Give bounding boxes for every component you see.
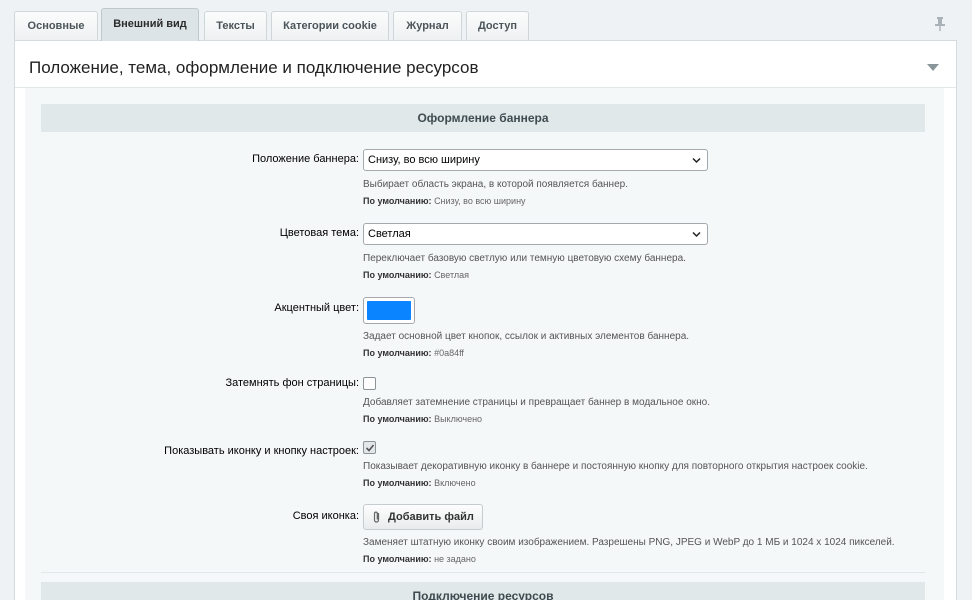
check-icon	[365, 444, 375, 452]
theme-default: По умолчанию: Светлая	[363, 270, 470, 280]
position-select-value: Снизу, во всю ширину	[368, 154, 480, 166]
position-default: По умолчанию: Снизу, во всю ширину	[363, 196, 526, 206]
tab-texts[interactable]: Тексты	[204, 11, 267, 40]
show-icon-hint: Показывает декоративную иконку в баннере…	[363, 461, 868, 472]
chevron-down-icon	[692, 231, 701, 238]
paperclip-icon	[373, 511, 380, 523]
overlay-checkbox[interactable]	[363, 377, 376, 390]
tab-cookie-categories[interactable]: Категории cookie	[271, 11, 389, 40]
position-select[interactable]: Снизу, во всю ширину	[363, 149, 708, 171]
theme-select-value: Светлая	[368, 228, 411, 240]
panel-content: Оформление баннера Положение баннера: Сн…	[25, 88, 944, 600]
panel-header[interactable]: Положение, тема, оформление и подключени…	[15, 41, 956, 88]
accent-hint: Задает основной цвет кнопок, ссылок и ак…	[363, 331, 690, 342]
tab-access[interactable]: Доступ	[466, 11, 529, 40]
custom-icon-label: Своя иконка:	[292, 510, 359, 522]
custom-icon-default: По умолчанию: не задано	[363, 554, 476, 564]
add-file-button[interactable]: Добавить файл	[363, 504, 483, 530]
show-icon-checkbox[interactable]	[363, 441, 376, 454]
section-divider	[41, 572, 925, 573]
theme-select[interactable]: Светлая	[363, 223, 708, 245]
section-banner-design: Оформление баннера	[41, 104, 925, 132]
overlay-hint: Добавляет затемнение страницы и превраща…	[363, 397, 710, 408]
accent-color-fill	[367, 301, 411, 320]
show-icon-label: Показывать иконку и кнопку настроек:	[164, 445, 359, 457]
pin-icon[interactable]	[933, 16, 947, 32]
tab-appearance[interactable]: Внешний вид	[101, 8, 199, 41]
accent-color-picker[interactable]	[363, 297, 415, 324]
triangle-down-icon[interactable]	[927, 64, 939, 71]
panel-title: Положение, тема, оформление и подключени…	[29, 58, 479, 77]
tab-log[interactable]: Журнал	[393, 11, 462, 40]
show-icon-default: По умолчанию: Включено	[363, 478, 476, 488]
accent-label: Акцентный цвет:	[274, 302, 359, 314]
tab-bar: Основные Внешний вид Тексты Категории co…	[0, 0, 972, 41]
accent-default: По умолчанию: #0a84ff	[363, 348, 464, 358]
custom-icon-hint: Заменяет штатную иконку своим изображени…	[363, 537, 895, 548]
overlay-label: Затемнять фон страницы:	[225, 377, 359, 389]
overlay-default: По умолчанию: Выключено	[363, 414, 483, 424]
chevron-down-icon	[692, 157, 701, 164]
position-label: Положение баннера:	[252, 153, 359, 165]
settings-panel: Положение, тема, оформление и подключени…	[14, 40, 957, 600]
theme-hint: Переключает базовую светлую или темную ц…	[363, 253, 686, 264]
position-hint: Выбирает область экрана, в которой появл…	[363, 179, 628, 190]
add-file-label: Добавить файл	[388, 511, 474, 523]
tab-main[interactable]: Основные	[14, 11, 98, 40]
theme-label: Цветовая тема:	[279, 227, 359, 239]
section-resources: Подключение ресурсов	[41, 582, 925, 600]
